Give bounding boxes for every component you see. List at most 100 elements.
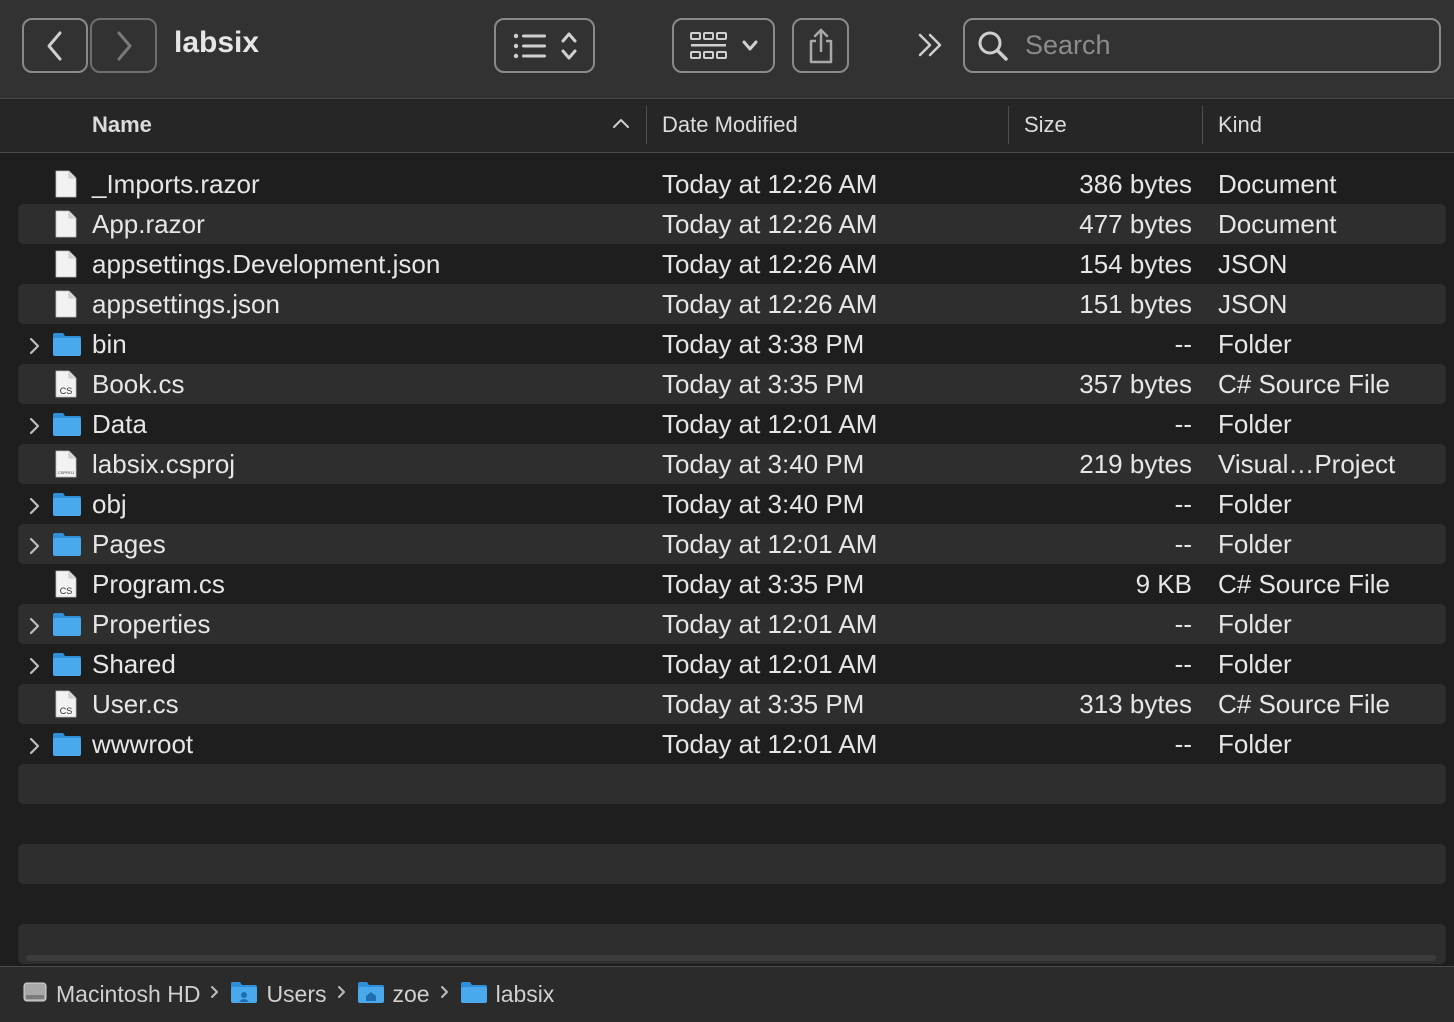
file-name: Book.cs xyxy=(92,369,185,399)
csproj-file-icon: CSPROJ xyxy=(52,450,80,478)
file-size: -- xyxy=(1174,649,1192,679)
column-date-header[interactable]: Date Modified xyxy=(662,112,798,138)
chevron-left-icon xyxy=(47,31,62,60)
file-name: Program.cs xyxy=(92,569,225,599)
search-input[interactable] xyxy=(1025,30,1425,61)
sort-ascending-icon xyxy=(613,119,629,128)
disclosure-triangle-icon[interactable] xyxy=(26,733,42,764)
horizontal-scrollbar[interactable] xyxy=(26,955,1436,961)
file-size: 151 bytes xyxy=(1079,289,1192,319)
file-row[interactable]: Pages Today at 12:01 AM -- Folder xyxy=(18,524,1446,564)
disclosure-triangle-icon[interactable] xyxy=(26,533,42,564)
document-icon xyxy=(52,210,80,238)
path-crumb[interactable]: Macintosh HD xyxy=(22,980,200,1010)
path-crumb-label: zoe xyxy=(392,981,430,1007)
file-name: App.razor xyxy=(92,209,205,239)
file-date-modified: Today at 12:01 AM xyxy=(662,649,878,679)
file-row[interactable]: CS User.cs Today at 3:35 PM 313 bytes C# Sou… xyxy=(18,684,1446,724)
document-icon xyxy=(52,170,80,198)
file-kind: Folder xyxy=(1218,609,1292,639)
path-crumb[interactable]: zoe xyxy=(357,980,430,1010)
file-date-modified: Today at 12:26 AM xyxy=(662,289,878,319)
file-date-modified: Today at 12:26 AM xyxy=(662,169,878,199)
disclosure-triangle-icon[interactable] xyxy=(26,413,42,444)
file-row[interactable]: CS Program.cs Today at 3:35 PM 9 KB C# Sourc… xyxy=(18,564,1446,604)
grid-view-icon xyxy=(689,31,757,59)
column-header: Name Date Modified Size Kind xyxy=(0,100,1454,153)
back-button[interactable] xyxy=(22,18,88,73)
file-name: labsix.csproj xyxy=(92,449,236,479)
svg-text:CS: CS xyxy=(60,586,73,596)
folder-icon xyxy=(52,410,81,438)
file-row[interactable]: obj Today at 3:40 PM -- Folder xyxy=(18,484,1446,524)
file-name: _Imports.razor xyxy=(92,169,260,199)
file-row[interactable]: App.razor Today at 12:26 AM 477 bytes Docum… xyxy=(18,204,1446,244)
file-size: 313 bytes xyxy=(1079,689,1192,719)
file-name: Shared xyxy=(92,649,176,679)
file-row[interactable]: CSPROJ labsix.csproj Today at 3:40 PM 219 b… xyxy=(18,444,1446,484)
file-date-modified: Today at 12:01 AM xyxy=(662,729,878,759)
column-size-header[interactable]: Size xyxy=(1024,112,1067,138)
file-size: 9 KB xyxy=(1135,569,1192,599)
file-size: -- xyxy=(1174,609,1192,639)
path-bar: Macintosh HD Users zoe labsix xyxy=(0,966,1454,1022)
file-row[interactable]: CS Book.cs Today at 3:35 PM 357 bytes C# Sou… xyxy=(18,364,1446,404)
disclosure-triangle-icon[interactable] xyxy=(26,613,42,644)
hard-drive-icon xyxy=(22,980,48,1010)
file-date-modified: Today at 12:01 AM xyxy=(662,529,878,559)
disclosure-triangle-icon[interactable] xyxy=(26,333,42,364)
document-icon xyxy=(52,250,80,278)
svg-text:CS: CS xyxy=(60,386,73,396)
empty-row xyxy=(18,764,1446,804)
file-date-modified: Today at 3:40 PM xyxy=(662,489,865,519)
file-date-modified: Today at 12:26 AM xyxy=(662,209,878,239)
search-field[interactable] xyxy=(963,18,1441,73)
disclosure-triangle-icon[interactable] xyxy=(26,653,42,684)
path-crumb[interactable]: labsix xyxy=(460,980,554,1010)
path-crumb-label: Macintosh HD xyxy=(56,981,201,1007)
file-size: 154 bytes xyxy=(1079,249,1192,279)
toolbar: labsix xyxy=(0,0,1454,99)
file-row[interactable]: appsettings.Development.json Today at 12:… xyxy=(18,244,1446,284)
file-row[interactable]: bin Today at 3:38 PM -- Folder xyxy=(18,324,1446,364)
file-row[interactable]: Shared Today at 12:01 AM -- Folder xyxy=(18,644,1446,684)
view-mode-button[interactable] xyxy=(494,18,595,73)
file-row[interactable]: _Imports.razor Today at 12:26 AM 386 bytes… xyxy=(18,164,1446,204)
file-row[interactable]: wwwroot Today at 12:01 AM -- Folder xyxy=(18,724,1446,764)
file-kind: Visual…Project xyxy=(1218,449,1396,479)
more-toolbar-items-button[interactable] xyxy=(912,30,948,60)
column-name-header[interactable]: Name xyxy=(92,112,152,138)
share-button[interactable] xyxy=(792,18,849,73)
file-kind: Folder xyxy=(1218,529,1292,559)
file-kind: C# Source File xyxy=(1218,369,1390,399)
file-name: wwwroot xyxy=(92,729,194,759)
csharp-file-icon: CS xyxy=(52,570,80,598)
column-divider[interactable] xyxy=(1202,106,1203,144)
file-kind: Folder xyxy=(1218,409,1292,439)
group-by-button[interactable] xyxy=(672,18,775,73)
file-kind: Folder xyxy=(1218,329,1292,359)
file-row[interactable]: Properties Today at 12:01 AM -- Folder xyxy=(18,604,1446,644)
file-name: appsettings.Development.json xyxy=(92,249,441,279)
search-icon xyxy=(978,31,1008,61)
window-title: labsix xyxy=(174,26,260,59)
path-crumb[interactable]: Users xyxy=(230,980,327,1010)
file-kind: Folder xyxy=(1218,489,1292,519)
file-row[interactable]: appsettings.json Today at 12:26 AM 151 byt… xyxy=(18,284,1446,324)
file-size: -- xyxy=(1174,529,1192,559)
column-kind-header[interactable]: Kind xyxy=(1218,112,1262,138)
empty-row xyxy=(18,844,1446,884)
file-name: Data xyxy=(92,409,147,439)
disclosure-triangle-icon[interactable] xyxy=(26,493,42,524)
document-icon xyxy=(52,290,80,318)
forward-button[interactable] xyxy=(90,18,157,73)
column-divider[interactable] xyxy=(646,106,647,144)
file-date-modified: Today at 3:40 PM xyxy=(662,449,865,479)
file-size: 477 bytes xyxy=(1079,209,1192,239)
file-row[interactable]: Data Today at 12:01 AM -- Folder xyxy=(18,404,1446,444)
column-divider[interactable] xyxy=(1008,106,1009,144)
file-kind: C# Source File xyxy=(1218,569,1390,599)
file-date-modified: Today at 3:35 PM xyxy=(662,689,865,719)
file-date-modified: Today at 12:01 AM xyxy=(662,409,878,439)
file-name: obj xyxy=(92,489,127,519)
